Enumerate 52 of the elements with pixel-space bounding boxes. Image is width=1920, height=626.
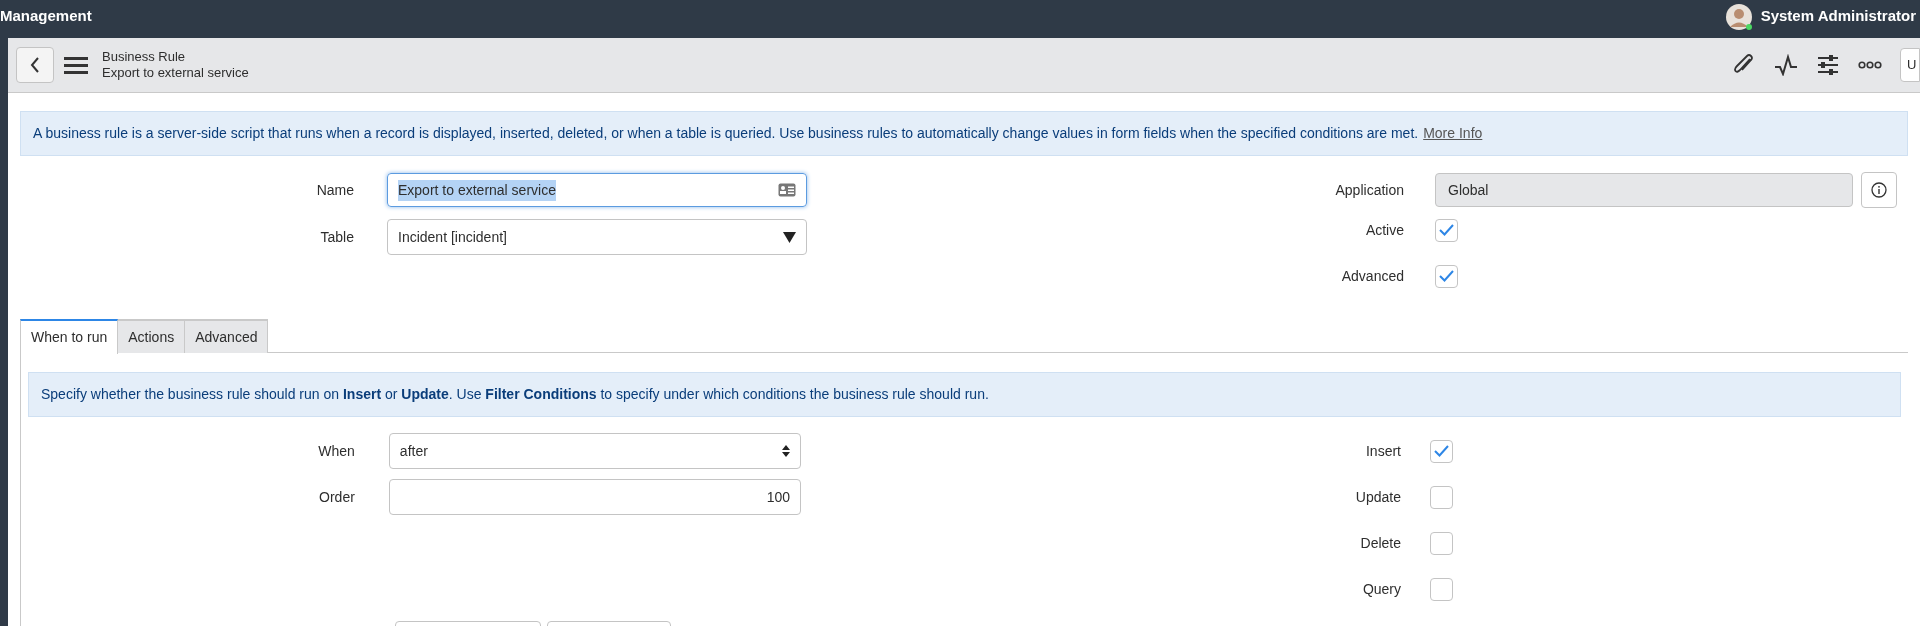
table-select[interactable]: Incident [incident] (387, 219, 807, 255)
field-label: Name (315, 180, 354, 200)
when-select[interactable]: after (388, 433, 801, 469)
info-message: Specify whether the business rule should run on Insert or Update. Use Filter Conditions to specify under which conditions the business rule should run. (28, 372, 1901, 417)
checkbox-label: Active (1364, 220, 1404, 240)
sort-arrows-icon (782, 445, 790, 457)
field-label: Order (318, 487, 355, 507)
update-button[interactable]: U (1900, 48, 1920, 82)
checkmark-icon (1439, 224, 1454, 236)
contact-card-icon[interactable] (778, 183, 796, 197)
tab[interactable]: Actions (118, 319, 186, 353)
checkbox-label: Delete (1359, 533, 1401, 553)
select-value: after (399, 441, 428, 461)
checkbox[interactable] (1430, 577, 1453, 601)
back-button[interactable] (16, 47, 54, 83)
checkmark-icon (1434, 445, 1449, 457)
record-name: Export to external service (102, 65, 249, 81)
pulse-icon[interactable] (1774, 54, 1798, 76)
checkbox-label: Insert (1365, 441, 1401, 461)
dropdown-icon (783, 231, 796, 243)
field-value: 100 (766, 487, 790, 507)
select-value: Incident [incident] (398, 227, 507, 247)
info-icon (1871, 182, 1887, 198)
checkbox[interactable] (1430, 485, 1453, 509)
app-title: Management (0, 6, 92, 27)
checkbox-label: Update (1354, 487, 1401, 507)
user-name[interactable]: System Administrator (1760, 5, 1916, 28)
checkbox[interactable] (1435, 264, 1458, 288)
checkmark-icon (1439, 270, 1454, 282)
name-field[interactable]: Export to external service (387, 173, 807, 207)
more-icon[interactable] (1858, 61, 1882, 69)
settings-icon[interactable] (1816, 53, 1840, 77)
checkbox-label: Advanced (1340, 266, 1404, 286)
checkbox-label: Query (1361, 579, 1401, 599)
checkbox[interactable] (1430, 531, 1453, 555)
menu-icon[interactable] (64, 56, 88, 74)
field-value: Global (1448, 180, 1489, 200)
field-label: Application (1334, 180, 1404, 200)
checkbox[interactable] (1435, 218, 1458, 242)
order-field[interactable]: 100 (388, 479, 801, 515)
more-info-link[interactable]: More Info (1423, 123, 1483, 144)
info-button[interactable] (1861, 172, 1897, 208)
info-message: A business rule is a server-side script that runs when a record is displayed, inserted, deleted, or when a table is queried. Use business rules to automatically change values in form fields when the specified conditions are met. (33, 124, 1419, 143)
field-label: When (317, 441, 355, 461)
tab[interactable]: Advanced (185, 319, 269, 353)
tab[interactable]: When to run (20, 319, 119, 354)
field-label: Table (319, 227, 354, 247)
form-title: Business Rule (102, 49, 187, 65)
avatar-icon[interactable] (1724, 2, 1753, 31)
back-icon (30, 57, 40, 73)
field-value: Export to external service (398, 179, 556, 201)
checkbox[interactable] (1430, 439, 1453, 463)
